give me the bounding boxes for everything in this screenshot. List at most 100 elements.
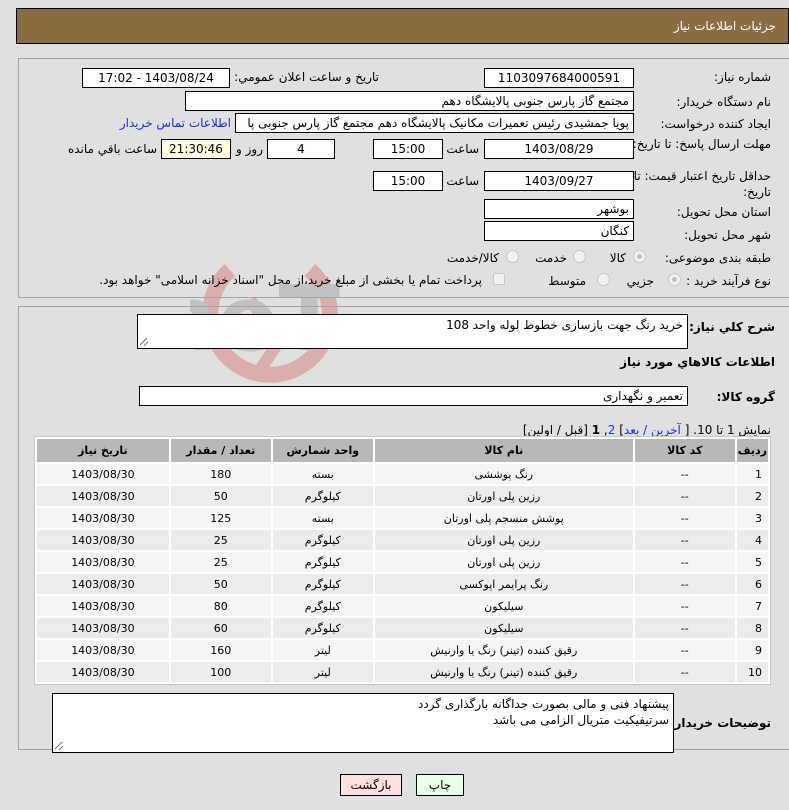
- cell-unit: کیلوگرم: [272, 486, 373, 506]
- cell-quantity: 125: [170, 508, 271, 528]
- treasury-checkbox[interactable]: [493, 273, 505, 285]
- category-label: طبقه بندی موضوعی:: [664, 251, 771, 265]
- announce-datetime-field: 1403/08/24 - 17:02: [82, 68, 230, 88]
- cell-unit: کیلوگرم: [272, 574, 373, 594]
- buyer-org-field: مجتمع گاز پارس جنوبی پالايشگاه دهم: [185, 91, 634, 111]
- cell-quantity: 180: [170, 464, 271, 484]
- back-button[interactable]: بازگشت: [340, 774, 402, 796]
- goods-info-title: اطلاعات کالاهاي مورد نياز: [620, 355, 775, 369]
- city-field: کنگان: [484, 221, 634, 241]
- cell-row-number: 10: [736, 662, 768, 682]
- cell-name: سیلیکون: [374, 618, 633, 638]
- cell-code: --: [634, 662, 735, 682]
- creator-field: پویا جمشیدی رئیس تعمیرات مکانیک پالايشگا…: [235, 113, 634, 133]
- pagination-prev-first: [قبل / اولين]: [522, 423, 588, 437]
- price-validity-time-label: ساعت: [446, 174, 479, 188]
- cell-name: رقیق کننده (تینر) رنگ یا وارنیش: [374, 662, 633, 682]
- buyer-org-label: نام دستگاه خريدار:: [676, 95, 772, 109]
- col-header-quantity: تعداد / مقدار: [170, 439, 271, 462]
- buyer-contact-link[interactable]: اطلاعات تماس خريدار: [120, 116, 231, 130]
- col-header-unit: واحد شمارش: [272, 439, 373, 462]
- cell-row-number: 3: [736, 508, 768, 528]
- cell-quantity: 80: [170, 596, 271, 616]
- need-number-field: 1103097684000591: [484, 68, 634, 88]
- category-radio-goods-service[interactable]: [506, 250, 519, 263]
- cell-date: 1403/08/30: [37, 640, 169, 660]
- treasury-note: پرداخت تمام يا بخشی از مبلغ خريد،از محل …: [99, 273, 482, 287]
- cell-name: رزین پلی اورتان: [374, 530, 633, 550]
- cell-quantity: 50: [170, 574, 271, 594]
- price-validity-time: 15:00: [373, 171, 443, 191]
- cell-row-number: 5: [736, 552, 768, 572]
- page-header: جزئیات اطلاعات نیاز: [16, 8, 789, 44]
- pagination-next-link[interactable]: بعد: [624, 423, 639, 437]
- cell-name: رزین پلی اورتان: [374, 486, 633, 506]
- cell-code: --: [634, 618, 735, 638]
- category-radio-goods[interactable]: [633, 250, 646, 263]
- cell-date: 1403/08/30: [37, 464, 169, 484]
- cell-code: --: [634, 530, 735, 550]
- buyer-notes-label: توضيحات خريدار:: [669, 716, 771, 730]
- page-title: جزئیات اطلاعات نیاز: [673, 19, 776, 33]
- pagination-page-2[interactable]: 2: [608, 423, 616, 437]
- cell-quantity: 50: [170, 486, 271, 506]
- cell-quantity: 25: [170, 530, 271, 550]
- cell-date: 1403/08/30: [37, 574, 169, 594]
- reply-time-label: ساعت: [446, 142, 479, 156]
- cell-code: --: [634, 640, 735, 660]
- cell-name: رزین پلی اورتان: [374, 552, 633, 572]
- remaining-time: 21:30:46: [161, 139, 231, 159]
- description-text: خرید رنگ جهت بازسازی خطوط لوله واحد 108: [446, 318, 683, 332]
- category-radio-service[interactable]: [573, 250, 586, 263]
- table-row: 9 -- رقیق کننده (تینر) رنگ یا وارنیش لیتر 16…: [37, 640, 768, 660]
- cell-unit: کیلوگرم: [272, 596, 373, 616]
- goods-group-field: تعمیر و نگهداری: [139, 386, 688, 406]
- col-header-code: کد کالا: [634, 439, 735, 462]
- reply-deadline-date: 1403/08/29: [484, 139, 634, 159]
- cell-quantity: 160: [170, 640, 271, 660]
- buyer-notes-line-1: پیشنهاد فنی و مالی بصورت جداگانه بارگذار…: [418, 697, 669, 711]
- pagination-showing: نمایش 1 تا 10.: [693, 423, 771, 437]
- table-row: 4 -- رزین پلی اورتان کیلوگرم 25 1403/08/30: [37, 530, 768, 550]
- goods-table: رديف کد کالا نام کالا واحد شمارش تعداد /…: [34, 436, 771, 685]
- resize-grip-icon[interactable]: [55, 742, 63, 750]
- remaining-label: ساعت باقي مانده: [67, 142, 157, 156]
- table-row: 10 -- رقیق کننده (تینر) رنگ یا وارنیش لیتر 1…: [37, 662, 768, 682]
- table-row: 1 -- رنگ پوششی بسته 180 1403/08/30: [37, 464, 768, 484]
- buyer-notes-textarea[interactable]: پیشنهاد فنی و مالی بصورت جداگانه بارگذار…: [52, 693, 674, 753]
- resize-grip-icon[interactable]: [140, 338, 148, 346]
- cell-date: 1403/08/30: [37, 486, 169, 506]
- need-number-label: شماره نیاز:: [714, 70, 771, 84]
- cell-date: 1403/08/30: [37, 618, 169, 638]
- description-textarea[interactable]: خرید رنگ جهت بازسازی خطوط لوله واحد 108: [137, 314, 688, 349]
- cell-code: --: [634, 552, 735, 572]
- cell-unit: بسته: [272, 464, 373, 484]
- cell-unit: لیتر: [272, 662, 373, 682]
- cell-unit: کیلوگرم: [272, 618, 373, 638]
- print-button[interactable]: چاپ: [416, 774, 464, 796]
- col-header-date: تاريخ نياز: [37, 439, 169, 462]
- reply-deadline-label: مهلت ارسال پاسخ: تا تاريخ:: [632, 137, 771, 151]
- pagination-last-link[interactable]: آخرين: [651, 423, 681, 437]
- purchase-option-partial: جزيي: [626, 274, 654, 288]
- price-validity-date: 1403/09/27: [484, 171, 634, 191]
- cell-row-number: 7: [736, 596, 768, 616]
- category-option-goods-service: کالا/خدمت: [446, 251, 499, 265]
- cell-name: سیلیکون: [374, 596, 633, 616]
- table-header-row: رديف کد کالا نام کالا واحد شمارش تعداد /…: [37, 439, 768, 462]
- cell-date: 1403/08/30: [37, 596, 169, 616]
- cell-unit: کیلوگرم: [272, 530, 373, 550]
- table-row: 8 -- سیلیکون کیلوگرم 60 1403/08/30: [37, 618, 768, 638]
- purchase-radio-partial[interactable]: [668, 273, 681, 286]
- cell-code: --: [634, 508, 735, 528]
- remaining-days: 4: [267, 139, 335, 159]
- table-row: 5 -- رزین پلی اورتان کیلوگرم 25 1403/08/30: [37, 552, 768, 572]
- pagination: نمایش 1 تا 10. [ آخرين / بعد] 2, 1 [قبل …: [522, 423, 771, 437]
- purchase-type-label: نوع فرآيند خريد :: [686, 274, 771, 288]
- goods-group-label: گروه کالا:: [716, 390, 775, 404]
- purchase-radio-medium[interactable]: [597, 273, 610, 286]
- cell-date: 1403/08/30: [37, 662, 169, 682]
- cell-date: 1403/08/30: [37, 508, 169, 528]
- cell-code: --: [634, 596, 735, 616]
- cell-unit: بسته: [272, 508, 373, 528]
